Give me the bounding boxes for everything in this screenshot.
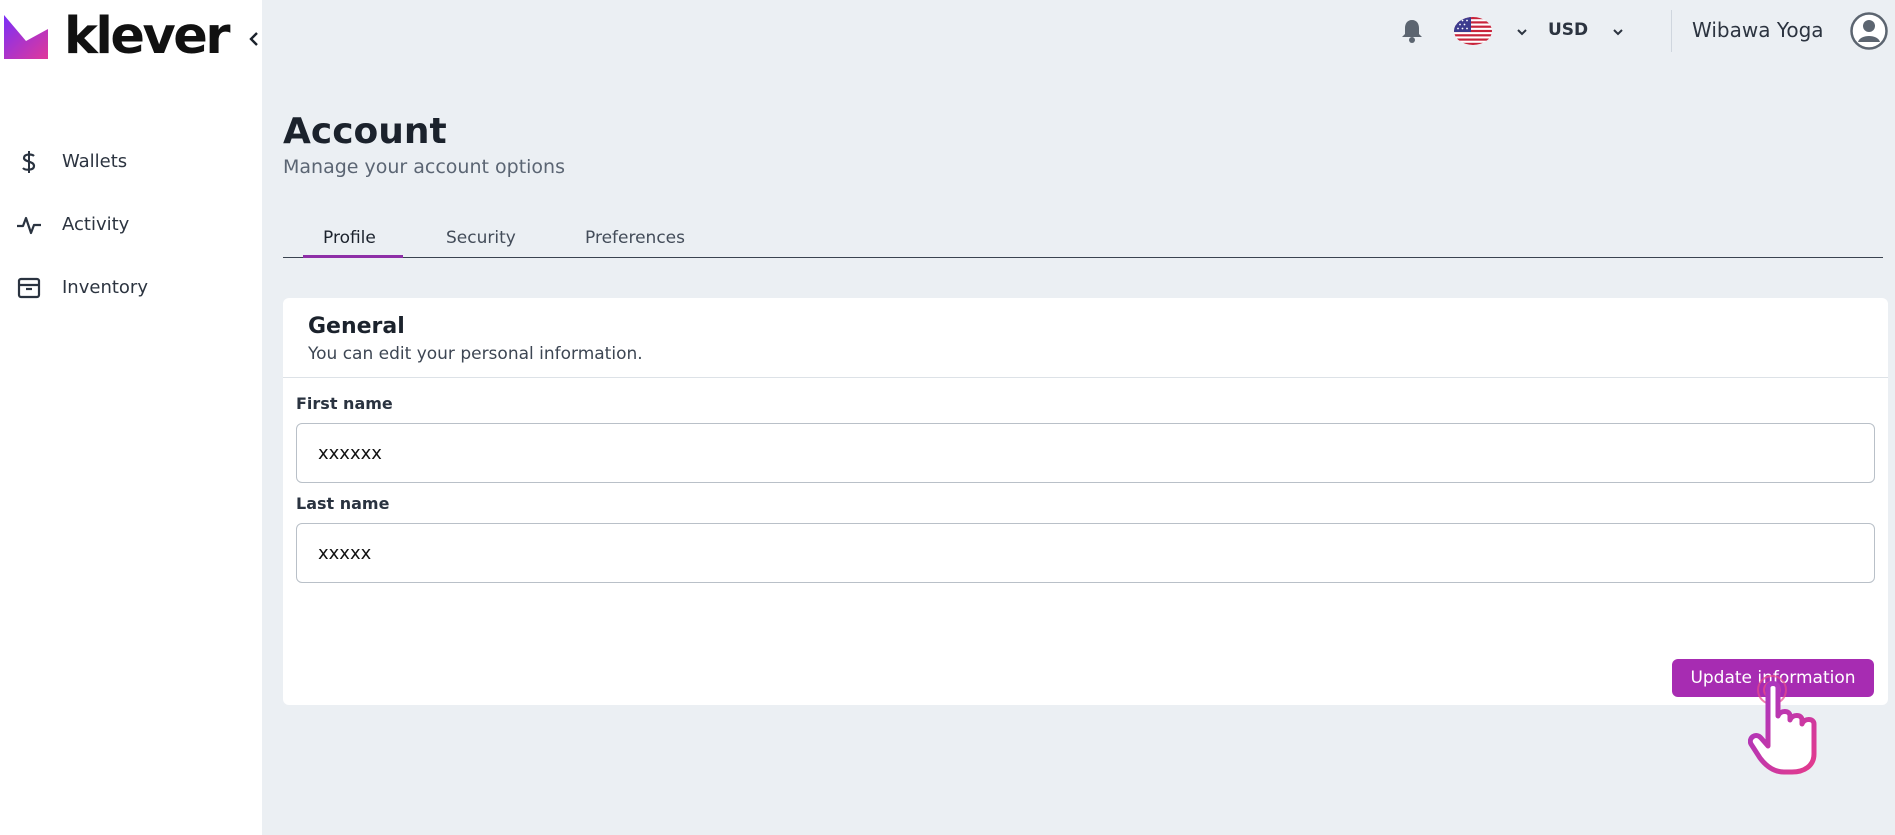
sidebar: klever Wallets Activity Inventory	[0, 0, 262, 835]
dollar-icon	[16, 149, 42, 175]
account-tabs: Profile Security Preferences	[283, 222, 1883, 258]
sidebar-nav: Wallets Activity Inventory	[0, 130, 262, 319]
sidebar-item-label: Wallets	[62, 151, 128, 172]
tab-profile[interactable]: Profile	[323, 228, 376, 248]
first-name-input[interactable]	[296, 423, 1875, 483]
page-title: Account	[283, 111, 447, 152]
klever-logo[interactable]: klever	[4, 7, 230, 66]
klever-logo-icon	[4, 15, 48, 59]
collapse-sidebar-button[interactable]	[246, 26, 262, 52]
chevron-left-icon	[249, 32, 258, 46]
user-avatar-icon[interactable]	[1850, 12, 1888, 50]
card-description: You can edit your personal information.	[308, 344, 643, 364]
chevron-down-icon[interactable]	[1611, 27, 1625, 37]
sidebar-item-inventory[interactable]: Inventory	[0, 256, 262, 319]
card-divider	[283, 377, 1888, 378]
bell-icon[interactable]	[1400, 18, 1424, 44]
sidebar-item-activity[interactable]: Activity	[0, 193, 262, 256]
chevron-down-icon[interactable]	[1515, 27, 1529, 37]
brand-name: klever	[64, 7, 230, 66]
update-information-button[interactable]: Update information	[1672, 659, 1874, 697]
card-title: General	[308, 314, 405, 339]
first-name-label: First name	[296, 394, 393, 413]
currency-selector[interactable]: USD	[1548, 20, 1588, 40]
page-subtitle: Manage your account options	[283, 156, 565, 178]
archive-box-icon	[16, 275, 42, 301]
top-header: USD Wibawa Yoga	[262, 0, 1895, 62]
sidebar-item-label: Inventory	[62, 277, 148, 298]
last-name-label: Last name	[296, 494, 390, 513]
us-flag-icon[interactable]	[1454, 17, 1492, 45]
header-divider	[1671, 10, 1672, 52]
tab-security[interactable]: Security	[446, 228, 516, 248]
sidebar-item-label: Activity	[62, 214, 130, 235]
last-name-input[interactable]	[296, 523, 1875, 583]
user-name[interactable]: Wibawa Yoga	[1692, 18, 1824, 42]
tab-preferences[interactable]: Preferences	[585, 228, 685, 248]
general-card: General You can edit your personal infor…	[283, 298, 1888, 705]
activity-pulse-icon	[16, 212, 42, 238]
active-tab-indicator	[303, 255, 403, 258]
sidebar-item-wallets[interactable]: Wallets	[0, 130, 262, 193]
